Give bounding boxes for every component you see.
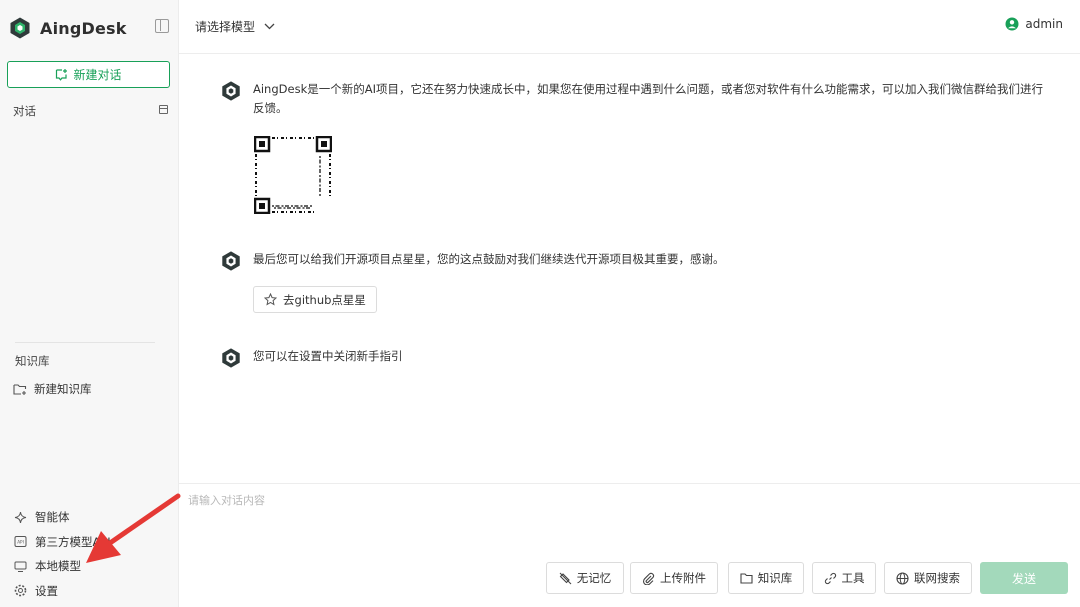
link-icon bbox=[824, 572, 836, 584]
nav-label-third-party-api: 第三方模型API bbox=[35, 534, 111, 549]
user-avatar-icon bbox=[1005, 17, 1019, 31]
user-menu[interactable]: admin bbox=[1005, 17, 1063, 31]
tools-label: 工具 bbox=[841, 571, 865, 585]
app-window: AingDesk 新建对话 对话 知识库 新建知识库 智能体 API 第三方模型… bbox=[0, 0, 1080, 607]
svg-text:API: API bbox=[17, 540, 24, 545]
new-chat-icon bbox=[56, 69, 68, 81]
assistant-message: 最后您可以给我们开源项目点星星，您的这点鼓励对我们继续迭代开源项目极其重要，感谢… bbox=[220, 250, 725, 272]
nav-item-local-model[interactable]: 本地模型 bbox=[13, 554, 111, 579]
chevron-down-icon bbox=[264, 23, 275, 30]
globe-icon bbox=[896, 571, 909, 585]
sidebar: AingDesk 新建对话 对话 知识库 新建知识库 智能体 API 第三方模型… bbox=[0, 0, 179, 607]
assistant-message: AingDesk是一个新的AI项目，它还在努力快速成长中，如果您在使用过程中遇到… bbox=[220, 80, 1043, 118]
assistant-message: 您可以在设置中关闭新手指引 bbox=[220, 347, 403, 369]
model-select-value: 请选择模型 bbox=[195, 20, 256, 34]
message-text: AingDesk是一个新的AI项目，它还在努力快速成长中，如果您在使用过程中遇到… bbox=[253, 82, 1043, 115]
knowledge-base-label: 知识库 bbox=[757, 571, 793, 585]
web-search-button[interactable]: 联网搜索 bbox=[884, 562, 972, 594]
main-panel: 请选择模型 admin AingDesk是一个新的AI项目，它还在努力快速成长中… bbox=[179, 0, 1080, 607]
new-chat-label: 新建对话 bbox=[73, 68, 122, 82]
app-name: AingDesk bbox=[40, 18, 127, 38]
brand: AingDesk bbox=[8, 16, 127, 40]
gear-icon bbox=[13, 584, 27, 598]
nav-label-agents: 智能体 bbox=[35, 510, 70, 525]
nav-item-agents[interactable]: 智能体 bbox=[13, 505, 111, 530]
conversations-label: 对话 bbox=[13, 104, 36, 118]
assistant-logo-icon bbox=[222, 251, 240, 271]
new-chat-button[interactable]: 新建对话 bbox=[7, 61, 170, 88]
assistant-logo-icon bbox=[222, 348, 240, 368]
folder-add-icon bbox=[13, 384, 27, 395]
folder-icon bbox=[740, 573, 753, 584]
new-knowledge-label: 新建知识库 bbox=[34, 382, 92, 396]
bottom-nav: 智能体 API 第三方模型API 本地模型 设置 bbox=[13, 505, 111, 603]
sidebar-collapse-icon[interactable] bbox=[155, 19, 169, 33]
github-star-button[interactable]: 去github点星星 bbox=[253, 286, 377, 313]
assistant-logo-icon bbox=[222, 81, 240, 101]
sparkle-icon bbox=[13, 510, 27, 524]
web-search-label: 联网搜索 bbox=[914, 571, 960, 585]
paperclip-icon bbox=[643, 572, 655, 585]
memory-toggle-button[interactable]: 无记忆 bbox=[546, 562, 624, 594]
message-text: 您可以在设置中关闭新手指引 bbox=[253, 349, 403, 363]
nav-item-third-party-api[interactable]: API 第三方模型API bbox=[13, 530, 111, 555]
user-name: admin bbox=[1025, 17, 1063, 31]
archive-icon[interactable] bbox=[159, 105, 168, 114]
send-button[interactable]: 发送 bbox=[980, 562, 1068, 594]
nav-label-local-model: 本地模型 bbox=[35, 559, 81, 574]
knowledge-label: 知识库 bbox=[15, 354, 50, 368]
input-area: 无记忆 上传附件 知识库 工具 bbox=[179, 483, 1080, 607]
upload-attachment-button[interactable]: 上传附件 bbox=[630, 562, 718, 594]
tools-button[interactable]: 工具 bbox=[812, 562, 876, 594]
knowledge-base-button[interactable]: 知识库 bbox=[728, 562, 804, 594]
star-icon bbox=[264, 293, 278, 306]
message-text: 最后您可以给我们开源项目点星星，您的这点鼓励对我们继续迭代开源项目极其重要，感谢… bbox=[253, 252, 725, 266]
new-knowledge-button[interactable]: 新建知识库 bbox=[13, 381, 92, 397]
wechat-qr-code bbox=[254, 136, 332, 214]
upload-attachment-label: 上传附件 bbox=[660, 571, 706, 585]
memory-label: 无记忆 bbox=[576, 571, 612, 585]
sidebar-divider bbox=[15, 342, 155, 343]
chat-input[interactable] bbox=[188, 492, 1068, 552]
top-bar: 请选择模型 admin bbox=[179, 0, 1080, 54]
aingdesk-logo-icon bbox=[10, 17, 30, 39]
api-icon: API bbox=[13, 535, 27, 549]
nav-item-settings[interactable]: 设置 bbox=[13, 579, 111, 604]
model-select[interactable]: 请选择模型 bbox=[195, 18, 275, 35]
nav-label-settings: 设置 bbox=[35, 583, 58, 598]
monitor-icon bbox=[13, 559, 27, 573]
github-star-label: 去github点星星 bbox=[283, 292, 366, 307]
memory-off-icon bbox=[559, 572, 572, 584]
